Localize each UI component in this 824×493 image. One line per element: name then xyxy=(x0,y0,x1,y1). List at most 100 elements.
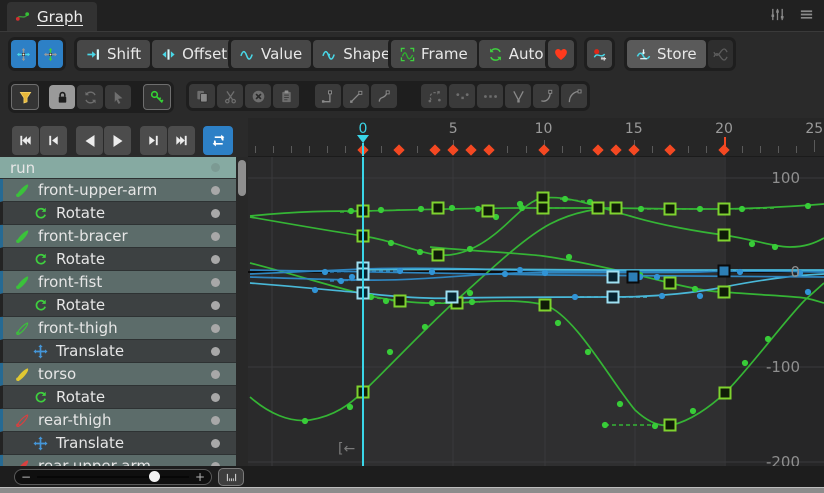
control-point[interactable] xyxy=(449,205,455,211)
track-dot[interactable] xyxy=(211,393,220,402)
keyframe-diamond[interactable] xyxy=(718,144,729,155)
keyframe-handle[interactable] xyxy=(665,204,676,215)
scrollbar-thumb[interactable] xyxy=(238,160,246,196)
store-apply-button[interactable] xyxy=(708,40,733,68)
auto-button[interactable]: Auto xyxy=(479,40,553,68)
control-point[interactable] xyxy=(697,293,703,299)
control-point[interactable] xyxy=(805,289,811,295)
control-point[interactable] xyxy=(417,249,423,255)
track-dot[interactable] xyxy=(211,370,220,379)
control-point[interactable] xyxy=(566,254,572,260)
control-point[interactable] xyxy=(429,269,435,275)
track-dot[interactable] xyxy=(211,209,220,218)
control-point[interactable] xyxy=(467,246,473,252)
keyframe-handle[interactable] xyxy=(665,278,676,289)
track-row-torso[interactable]: torso xyxy=(0,363,236,386)
keyframe-handle[interactable] xyxy=(593,203,604,214)
control-point[interactable] xyxy=(690,408,696,414)
cut-button[interactable] xyxy=(217,84,243,108)
track-dot[interactable] xyxy=(211,255,220,264)
shape-button[interactable]: Shape xyxy=(313,40,399,68)
keyframe-handle[interactable] xyxy=(665,420,676,431)
delete-button[interactable] xyxy=(245,84,271,108)
track-row-front-bracer[interactable]: front-bracer xyxy=(0,225,236,248)
value-button[interactable]: Value xyxy=(231,40,311,68)
control-point[interactable] xyxy=(418,206,424,212)
control-point[interactable] xyxy=(475,206,481,212)
zoom-out-button[interactable]: − xyxy=(15,471,37,483)
control-point[interactable] xyxy=(697,206,703,212)
linear-button[interactable] xyxy=(343,84,369,108)
filter-button[interactable] xyxy=(11,84,39,110)
control-point[interactable] xyxy=(659,293,665,299)
zoom-track[interactable] xyxy=(37,476,189,478)
skip-end-button[interactable] xyxy=(168,126,195,155)
control-point[interactable] xyxy=(322,269,328,275)
control-point[interactable] xyxy=(338,278,344,284)
keyframe-diamond[interactable] xyxy=(628,144,639,155)
control-point[interactable] xyxy=(378,207,384,213)
move-horizontal-button[interactable] xyxy=(11,40,36,68)
control-point[interactable] xyxy=(692,286,698,292)
window-resize-edge[interactable] xyxy=(0,487,824,493)
control-point[interactable] xyxy=(422,324,428,330)
keyframe-diamond[interactable] xyxy=(538,144,549,155)
move-vertical-button[interactable] xyxy=(38,40,63,68)
store-button[interactable]: Store xyxy=(627,40,706,68)
control-point[interactable] xyxy=(429,300,435,306)
keyframe-diamond[interactable] xyxy=(592,144,603,155)
keyframe-handle[interactable] xyxy=(719,204,730,215)
keyframe-handle[interactable] xyxy=(483,206,494,217)
control-point[interactable] xyxy=(502,271,508,277)
track-dot[interactable] xyxy=(211,278,220,287)
playhead-marker[interactable] xyxy=(357,135,369,143)
control-point[interactable] xyxy=(602,422,608,428)
control-point[interactable] xyxy=(652,423,658,429)
cursor-button[interactable] xyxy=(105,85,131,109)
track-row-Translate[interactable]: Translate xyxy=(0,340,236,363)
control-point[interactable] xyxy=(349,274,355,280)
zoom-in-button[interactable]: + xyxy=(189,471,211,483)
play-back-button[interactable] xyxy=(76,126,103,155)
keyframe-diamond[interactable] xyxy=(466,144,477,155)
control-point[interactable] xyxy=(467,290,473,296)
keyframe-handle[interactable] xyxy=(538,203,549,214)
keyframe-handle[interactable] xyxy=(719,266,730,277)
zoom-fit-button[interactable] xyxy=(218,468,244,486)
control-point[interactable] xyxy=(739,206,745,212)
track-row-run[interactable]: run xyxy=(0,157,236,179)
keyframe-handle[interactable] xyxy=(433,203,444,214)
control-point[interactable] xyxy=(397,268,403,274)
track-scrollbar[interactable] xyxy=(236,157,248,466)
control-point[interactable] xyxy=(348,208,354,214)
points-v-button[interactable] xyxy=(449,84,475,108)
key-button[interactable] xyxy=(143,84,171,110)
keyframe-diamond[interactable] xyxy=(393,144,404,155)
keyframe-handle[interactable] xyxy=(395,296,406,307)
autokey-button[interactable] xyxy=(587,40,612,68)
control-point[interactable] xyxy=(347,404,353,410)
handles-button[interactable] xyxy=(421,84,447,108)
zoom-thumb[interactable] xyxy=(149,471,160,482)
track-dot[interactable] xyxy=(211,301,220,310)
next-key-button[interactable] xyxy=(140,126,167,155)
control-point[interactable] xyxy=(302,418,308,424)
keyframe-handle[interactable] xyxy=(719,287,730,298)
track-dot[interactable] xyxy=(211,416,220,425)
control-point[interactable] xyxy=(742,360,748,366)
control-point[interactable] xyxy=(737,269,743,275)
control-point[interactable] xyxy=(555,320,561,326)
keyframe-handle[interactable] xyxy=(611,203,622,214)
track-row-Rotate[interactable]: Rotate xyxy=(0,386,236,409)
control-point[interactable] xyxy=(765,336,771,342)
offset-button[interactable]: Offset xyxy=(152,40,236,68)
control-point[interactable] xyxy=(638,206,644,212)
paste-button[interactable] xyxy=(273,84,299,108)
track-row-Rotate[interactable]: Rotate xyxy=(0,248,236,271)
track-dot[interactable] xyxy=(211,186,220,195)
skip-start-button[interactable] xyxy=(12,126,39,155)
prev-key-button[interactable] xyxy=(40,126,67,155)
keyframe-handle[interactable] xyxy=(433,250,444,261)
track-row-Translate[interactable]: Translate xyxy=(0,432,236,455)
keyframe-handle[interactable] xyxy=(608,292,619,303)
